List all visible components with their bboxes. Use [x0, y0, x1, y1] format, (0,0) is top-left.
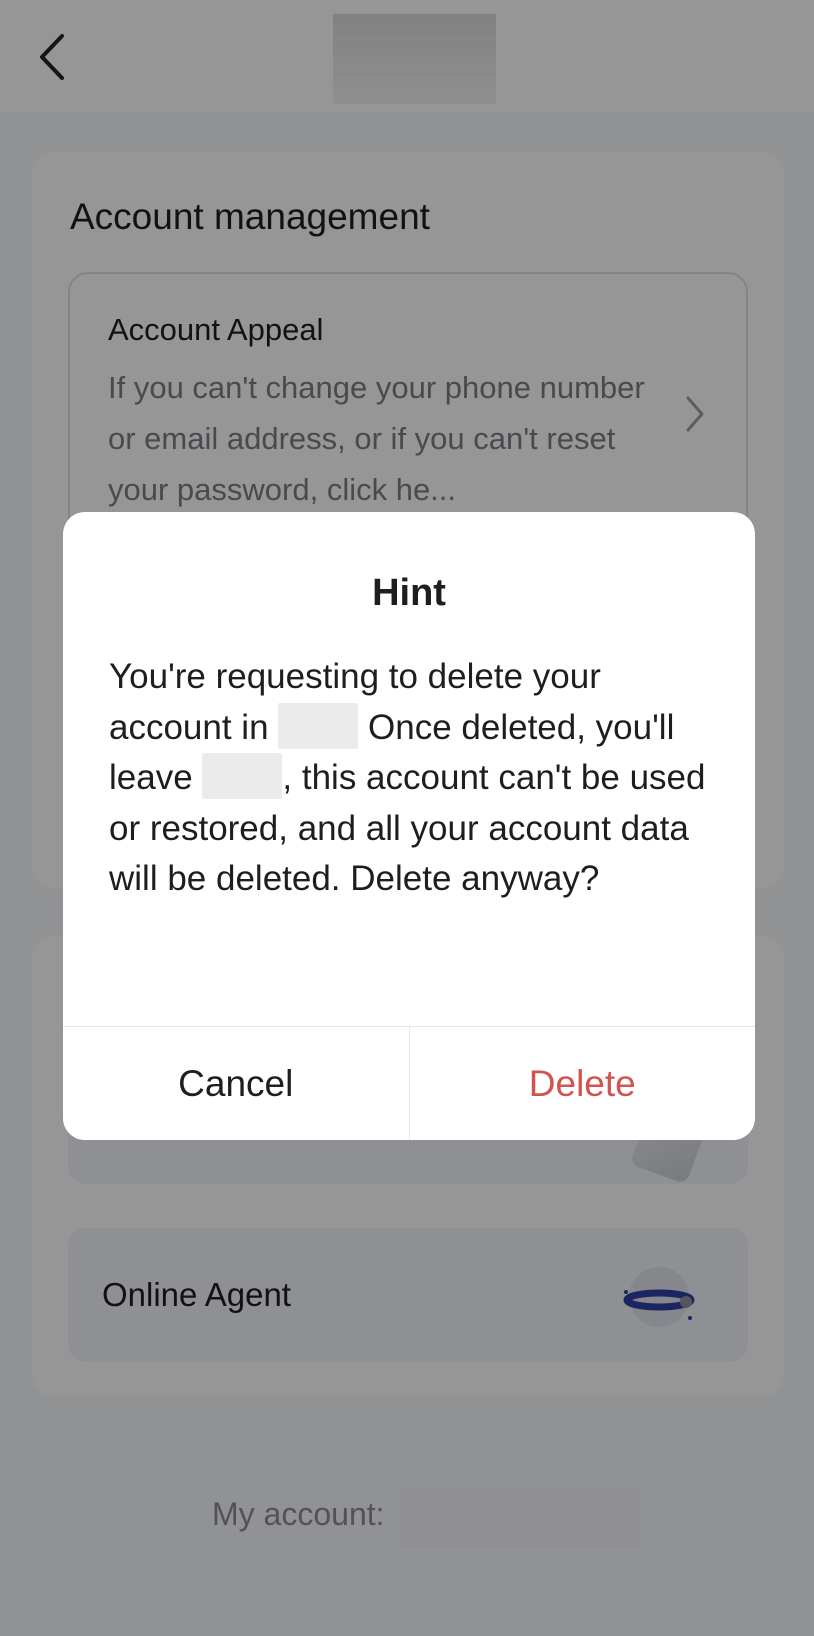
delete-button[interactable]: Delete: [409, 1027, 755, 1140]
app-name-redacted: [278, 702, 359, 749]
dialog-title: Hint: [372, 572, 446, 614]
delete-account-dialog: Hint You're requesting to delete your ac…: [63, 512, 755, 1140]
cancel-button[interactable]: Cancel: [63, 1027, 410, 1140]
dialog-actions: Cancel Delete: [63, 1026, 755, 1140]
app-name-redacted: [202, 753, 283, 799]
dialog-message: You're requesting to delete your account…: [109, 652, 709, 905]
dialog-message-part3: , this account can't be used or restored…: [109, 758, 706, 898]
